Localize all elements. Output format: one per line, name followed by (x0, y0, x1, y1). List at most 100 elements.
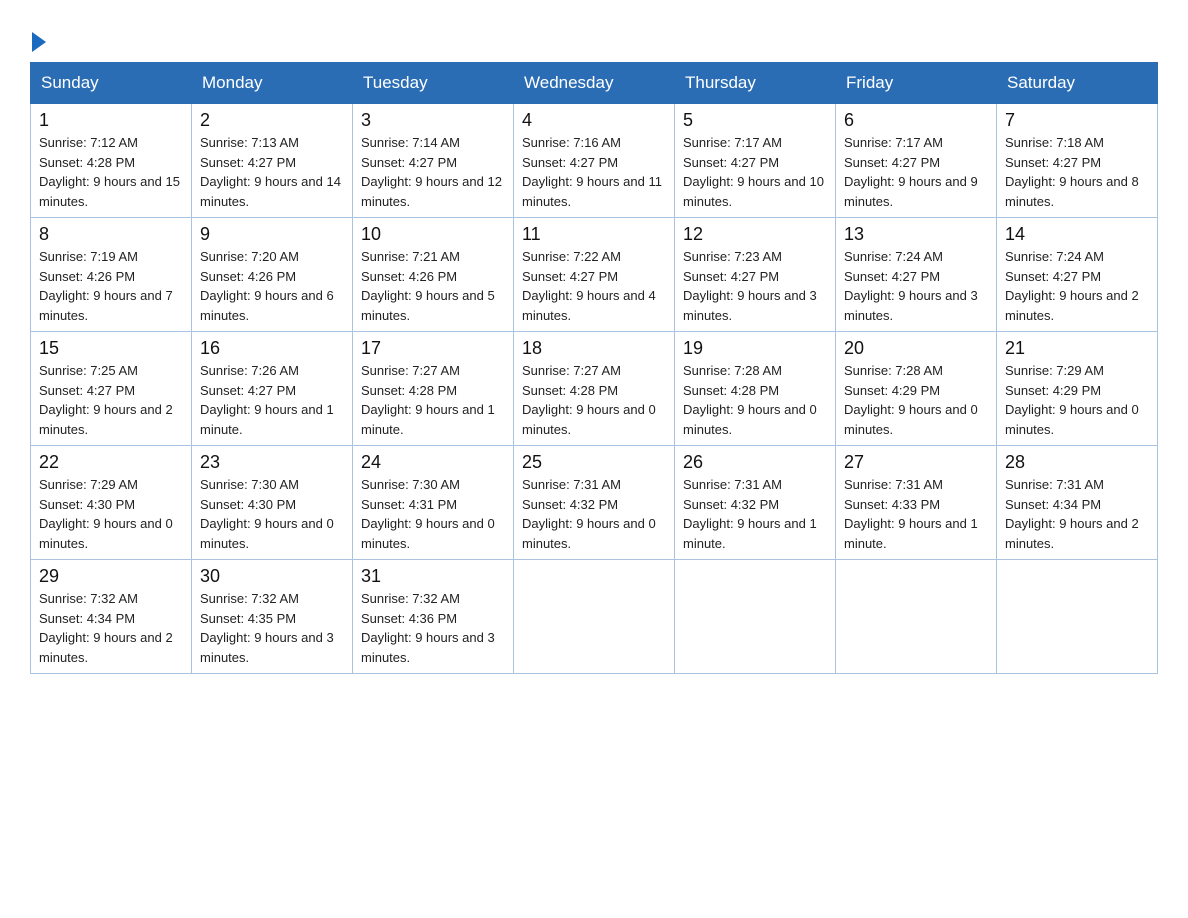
day-info: Sunrise: 7:30 AMSunset: 4:31 PMDaylight:… (361, 475, 505, 553)
logo (30, 30, 46, 52)
calendar-cell: 27Sunrise: 7:31 AMSunset: 4:33 PMDayligh… (836, 446, 997, 560)
day-info: Sunrise: 7:18 AMSunset: 4:27 PMDaylight:… (1005, 133, 1149, 211)
day-info: Sunrise: 7:23 AMSunset: 4:27 PMDaylight:… (683, 247, 827, 325)
day-info: Sunrise: 7:27 AMSunset: 4:28 PMDaylight:… (522, 361, 666, 439)
day-number: 18 (522, 338, 666, 359)
day-info: Sunrise: 7:20 AMSunset: 4:26 PMDaylight:… (200, 247, 344, 325)
day-info: Sunrise: 7:31 AMSunset: 4:32 PMDaylight:… (683, 475, 827, 553)
calendar-cell: 31Sunrise: 7:32 AMSunset: 4:36 PMDayligh… (353, 560, 514, 674)
day-info: Sunrise: 7:21 AMSunset: 4:26 PMDaylight:… (361, 247, 505, 325)
day-header-saturday: Saturday (997, 63, 1158, 104)
calendar-cell: 21Sunrise: 7:29 AMSunset: 4:29 PMDayligh… (997, 332, 1158, 446)
day-number: 28 (1005, 452, 1149, 473)
calendar-cell: 5Sunrise: 7:17 AMSunset: 4:27 PMDaylight… (675, 104, 836, 218)
day-info: Sunrise: 7:32 AMSunset: 4:36 PMDaylight:… (361, 589, 505, 667)
day-number: 16 (200, 338, 344, 359)
day-header-monday: Monday (192, 63, 353, 104)
day-info: Sunrise: 7:32 AMSunset: 4:34 PMDaylight:… (39, 589, 183, 667)
day-number: 1 (39, 110, 183, 131)
day-number: 31 (361, 566, 505, 587)
calendar-header-row: SundayMondayTuesdayWednesdayThursdayFrid… (31, 63, 1158, 104)
calendar-cell: 30Sunrise: 7:32 AMSunset: 4:35 PMDayligh… (192, 560, 353, 674)
day-info: Sunrise: 7:19 AMSunset: 4:26 PMDaylight:… (39, 247, 183, 325)
day-number: 9 (200, 224, 344, 245)
day-number: 20 (844, 338, 988, 359)
day-number: 4 (522, 110, 666, 131)
day-info: Sunrise: 7:28 AMSunset: 4:28 PMDaylight:… (683, 361, 827, 439)
calendar-cell: 4Sunrise: 7:16 AMSunset: 4:27 PMDaylight… (514, 104, 675, 218)
day-info: Sunrise: 7:17 AMSunset: 4:27 PMDaylight:… (844, 133, 988, 211)
day-number: 26 (683, 452, 827, 473)
day-header-sunday: Sunday (31, 63, 192, 104)
day-header-tuesday: Tuesday (353, 63, 514, 104)
calendar-table: SundayMondayTuesdayWednesdayThursdayFrid… (30, 62, 1158, 674)
day-number: 10 (361, 224, 505, 245)
day-number: 11 (522, 224, 666, 245)
day-number: 12 (683, 224, 827, 245)
day-info: Sunrise: 7:31 AMSunset: 4:34 PMDaylight:… (1005, 475, 1149, 553)
calendar-cell: 13Sunrise: 7:24 AMSunset: 4:27 PMDayligh… (836, 218, 997, 332)
calendar-week-row: 15Sunrise: 7:25 AMSunset: 4:27 PMDayligh… (31, 332, 1158, 446)
calendar-cell: 23Sunrise: 7:30 AMSunset: 4:30 PMDayligh… (192, 446, 353, 560)
calendar-cell: 9Sunrise: 7:20 AMSunset: 4:26 PMDaylight… (192, 218, 353, 332)
day-info: Sunrise: 7:13 AMSunset: 4:27 PMDaylight:… (200, 133, 344, 211)
logo-arrow-icon (32, 32, 46, 52)
calendar-cell (675, 560, 836, 674)
calendar-cell: 17Sunrise: 7:27 AMSunset: 4:28 PMDayligh… (353, 332, 514, 446)
day-number: 22 (39, 452, 183, 473)
day-info: Sunrise: 7:16 AMSunset: 4:27 PMDaylight:… (522, 133, 666, 211)
calendar-cell: 28Sunrise: 7:31 AMSunset: 4:34 PMDayligh… (997, 446, 1158, 560)
calendar-cell (836, 560, 997, 674)
day-info: Sunrise: 7:28 AMSunset: 4:29 PMDaylight:… (844, 361, 988, 439)
calendar-cell: 7Sunrise: 7:18 AMSunset: 4:27 PMDaylight… (997, 104, 1158, 218)
day-number: 30 (200, 566, 344, 587)
day-info: Sunrise: 7:14 AMSunset: 4:27 PMDaylight:… (361, 133, 505, 211)
calendar-cell: 26Sunrise: 7:31 AMSunset: 4:32 PMDayligh… (675, 446, 836, 560)
calendar-cell: 3Sunrise: 7:14 AMSunset: 4:27 PMDaylight… (353, 104, 514, 218)
day-info: Sunrise: 7:31 AMSunset: 4:33 PMDaylight:… (844, 475, 988, 553)
calendar-cell: 10Sunrise: 7:21 AMSunset: 4:26 PMDayligh… (353, 218, 514, 332)
calendar-cell: 14Sunrise: 7:24 AMSunset: 4:27 PMDayligh… (997, 218, 1158, 332)
day-info: Sunrise: 7:24 AMSunset: 4:27 PMDaylight:… (1005, 247, 1149, 325)
day-info: Sunrise: 7:24 AMSunset: 4:27 PMDaylight:… (844, 247, 988, 325)
day-number: 17 (361, 338, 505, 359)
day-number: 8 (39, 224, 183, 245)
day-info: Sunrise: 7:22 AMSunset: 4:27 PMDaylight:… (522, 247, 666, 325)
calendar-cell (514, 560, 675, 674)
day-info: Sunrise: 7:27 AMSunset: 4:28 PMDaylight:… (361, 361, 505, 439)
day-number: 6 (844, 110, 988, 131)
calendar-cell: 29Sunrise: 7:32 AMSunset: 4:34 PMDayligh… (31, 560, 192, 674)
day-info: Sunrise: 7:31 AMSunset: 4:32 PMDaylight:… (522, 475, 666, 553)
calendar-cell: 12Sunrise: 7:23 AMSunset: 4:27 PMDayligh… (675, 218, 836, 332)
day-number: 5 (683, 110, 827, 131)
day-info: Sunrise: 7:12 AMSunset: 4:28 PMDaylight:… (39, 133, 183, 211)
day-info: Sunrise: 7:29 AMSunset: 4:30 PMDaylight:… (39, 475, 183, 553)
day-number: 27 (844, 452, 988, 473)
day-info: Sunrise: 7:17 AMSunset: 4:27 PMDaylight:… (683, 133, 827, 211)
calendar-cell: 20Sunrise: 7:28 AMSunset: 4:29 PMDayligh… (836, 332, 997, 446)
calendar-cell: 22Sunrise: 7:29 AMSunset: 4:30 PMDayligh… (31, 446, 192, 560)
calendar-cell: 6Sunrise: 7:17 AMSunset: 4:27 PMDaylight… (836, 104, 997, 218)
day-info: Sunrise: 7:32 AMSunset: 4:35 PMDaylight:… (200, 589, 344, 667)
calendar-cell (997, 560, 1158, 674)
calendar-cell: 18Sunrise: 7:27 AMSunset: 4:28 PMDayligh… (514, 332, 675, 446)
calendar-week-row: 29Sunrise: 7:32 AMSunset: 4:34 PMDayligh… (31, 560, 1158, 674)
calendar-week-row: 8Sunrise: 7:19 AMSunset: 4:26 PMDaylight… (31, 218, 1158, 332)
page-header (30, 20, 1158, 52)
day-info: Sunrise: 7:25 AMSunset: 4:27 PMDaylight:… (39, 361, 183, 439)
day-number: 3 (361, 110, 505, 131)
day-number: 15 (39, 338, 183, 359)
calendar-cell: 16Sunrise: 7:26 AMSunset: 4:27 PMDayligh… (192, 332, 353, 446)
day-number: 13 (844, 224, 988, 245)
day-header-friday: Friday (836, 63, 997, 104)
day-number: 24 (361, 452, 505, 473)
calendar-week-row: 22Sunrise: 7:29 AMSunset: 4:30 PMDayligh… (31, 446, 1158, 560)
calendar-cell: 11Sunrise: 7:22 AMSunset: 4:27 PMDayligh… (514, 218, 675, 332)
calendar-cell: 8Sunrise: 7:19 AMSunset: 4:26 PMDaylight… (31, 218, 192, 332)
day-number: 19 (683, 338, 827, 359)
day-info: Sunrise: 7:30 AMSunset: 4:30 PMDaylight:… (200, 475, 344, 553)
calendar-week-row: 1Sunrise: 7:12 AMSunset: 4:28 PMDaylight… (31, 104, 1158, 218)
day-header-thursday: Thursday (675, 63, 836, 104)
calendar-cell: 25Sunrise: 7:31 AMSunset: 4:32 PMDayligh… (514, 446, 675, 560)
day-number: 21 (1005, 338, 1149, 359)
